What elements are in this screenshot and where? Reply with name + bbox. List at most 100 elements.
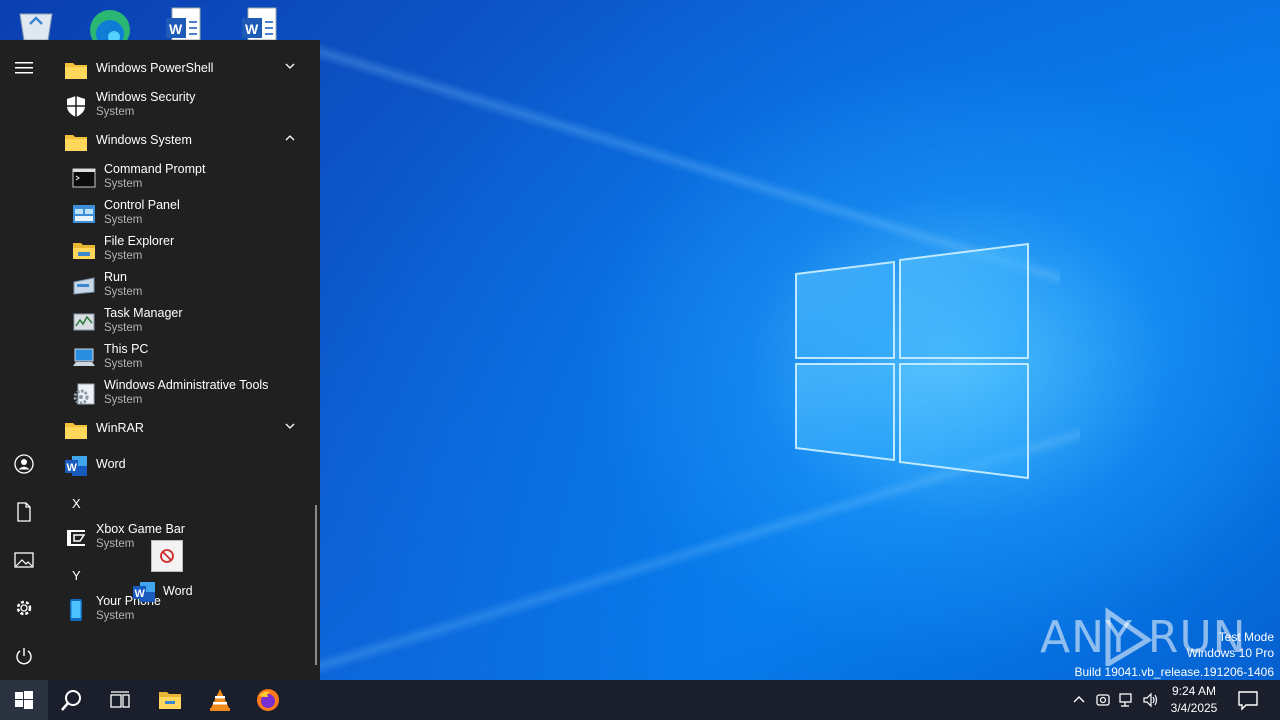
firefox-icon xyxy=(257,689,279,711)
clock-time: 9:24 AM xyxy=(1171,684,1217,698)
app-windows-administrative-tools[interactable]: Windows Administrative Tools System xyxy=(48,374,310,410)
task-manager-icon xyxy=(73,313,95,331)
settings-button[interactable] xyxy=(0,586,48,630)
firefox-taskbar-button[interactable] xyxy=(244,680,292,720)
xbox-game-bar-icon xyxy=(67,530,86,546)
app-label: Windows Security xyxy=(96,90,196,104)
svg-text:W: W xyxy=(245,21,259,37)
app-run[interactable]: Run System xyxy=(48,266,310,302)
pictures-button[interactable] xyxy=(0,538,48,582)
hamburger-icon xyxy=(15,62,33,74)
svg-text:W: W xyxy=(67,462,78,474)
app-sublabel: System xyxy=(96,610,135,622)
app-list-scrollbar[interactable] xyxy=(315,505,317,665)
chevron-down-icon xyxy=(285,63,295,69)
folder-icon xyxy=(65,63,87,79)
app-windows-security[interactable]: Windows Security System xyxy=(48,86,310,122)
app-sublabel: System xyxy=(104,250,143,262)
folder-winrar[interactable]: WinRAR xyxy=(48,410,310,446)
section-letter-x[interactable]: X xyxy=(72,496,81,511)
hamburger-button[interactable] xyxy=(0,46,48,90)
start-menu-rail xyxy=(0,40,48,680)
app-sublabel: System xyxy=(104,178,143,190)
network-icon[interactable] xyxy=(1119,692,1135,708)
windows-logo-wallpaper xyxy=(795,242,1029,480)
vlc-taskbar-button[interactable] xyxy=(196,680,244,720)
app-this-pc[interactable]: This PC System xyxy=(48,338,310,374)
app-sublabel: System xyxy=(96,538,135,550)
app-label: Control Panel xyxy=(104,198,180,212)
pictures-icon xyxy=(14,552,34,568)
show-hidden-icons-chevron-icon[interactable] xyxy=(1071,692,1087,708)
app-label: Xbox Game Bar xyxy=(96,522,185,536)
section-letter-y[interactable]: Y xyxy=(72,568,81,583)
power-button[interactable] xyxy=(0,634,48,678)
file-explorer-icon xyxy=(73,243,95,259)
test-mode-label: Test Mode xyxy=(1218,630,1274,644)
taskbar: 9:24 AM 3/4/2025 xyxy=(0,680,1280,720)
svg-text:W: W xyxy=(135,588,146,600)
app-sublabel: System xyxy=(104,286,143,298)
file-explorer-taskbar-button[interactable] xyxy=(146,680,194,720)
user-account-button[interactable] xyxy=(0,442,48,486)
app-sublabel: System xyxy=(96,106,135,118)
run-icon xyxy=(73,277,95,295)
volume-icon[interactable] xyxy=(1143,692,1159,708)
shield-icon xyxy=(67,96,85,117)
start-icon xyxy=(15,691,33,709)
search-icon xyxy=(61,690,81,711)
documents-button[interactable] xyxy=(0,490,48,534)
app-label: Word xyxy=(96,457,126,471)
computer-icon xyxy=(73,348,95,366)
app-control-panel[interactable]: Control Panel System xyxy=(48,194,310,230)
svg-text:W: W xyxy=(169,21,183,37)
search-button[interactable] xyxy=(48,680,96,720)
app-sublabel: System xyxy=(104,322,143,334)
drag-ghost-word: W Word xyxy=(132,580,202,604)
tray-app-icon[interactable] xyxy=(1095,692,1111,708)
app-task-manager[interactable]: Task Manager System xyxy=(48,302,310,338)
edge-icon[interactable] xyxy=(88,4,132,40)
word-document-icon[interactable]: W xyxy=(238,4,282,40)
app-file-explorer[interactable]: File Explorer System xyxy=(48,230,310,266)
app-label: WinRAR xyxy=(96,421,144,435)
command-prompt-icon xyxy=(72,168,96,188)
drag-label: Word xyxy=(163,584,193,598)
vlc-icon xyxy=(210,689,230,711)
word-document-icon[interactable]: W xyxy=(162,4,206,40)
app-sublabel: System xyxy=(104,214,143,226)
control-panel-icon xyxy=(73,205,95,223)
folder-icon xyxy=(65,135,87,151)
app-label: File Explorer xyxy=(104,234,175,248)
app-sublabel: System xyxy=(104,358,143,370)
system-clock[interactable]: 9:24 AM 3/4/2025 xyxy=(1162,683,1226,717)
file-explorer-icon xyxy=(159,692,181,709)
folder-windows-powershell[interactable]: Windows PowerShell xyxy=(48,50,310,86)
gear-icon xyxy=(16,600,32,616)
edition-label: Windows 10 Pro xyxy=(1186,646,1274,660)
clock-date: 3/4/2025 xyxy=(1170,701,1218,715)
user-icon xyxy=(14,454,34,474)
folder-icon xyxy=(65,423,87,439)
word-icon: W xyxy=(133,582,155,602)
documents-icon xyxy=(17,502,31,522)
app-label: Command Prompt xyxy=(104,162,206,176)
start-button[interactable] xyxy=(0,680,48,720)
admin-tools-icon xyxy=(73,383,95,405)
task-view-button[interactable] xyxy=(96,680,144,720)
app-command-prompt[interactable]: Command Prompt System xyxy=(48,158,310,194)
app-label: Run xyxy=(104,270,127,284)
power-icon xyxy=(16,648,32,665)
app-sublabel: System xyxy=(104,394,143,406)
chevron-down-icon xyxy=(285,423,295,429)
app-label: Windows Administrative Tools xyxy=(104,378,269,392)
task-view-icon xyxy=(110,691,130,708)
word-icon: W xyxy=(65,456,87,476)
app-label: Windows System xyxy=(96,133,192,147)
drop-not-allowed-indicator xyxy=(151,540,183,572)
action-center-icon[interactable] xyxy=(1236,688,1260,712)
no-drop-icon xyxy=(160,549,174,563)
folder-windows-system[interactable]: Windows System xyxy=(48,122,310,158)
recycle-bin-icon[interactable] xyxy=(14,4,58,40)
app-word[interactable]: W Word xyxy=(48,446,310,482)
